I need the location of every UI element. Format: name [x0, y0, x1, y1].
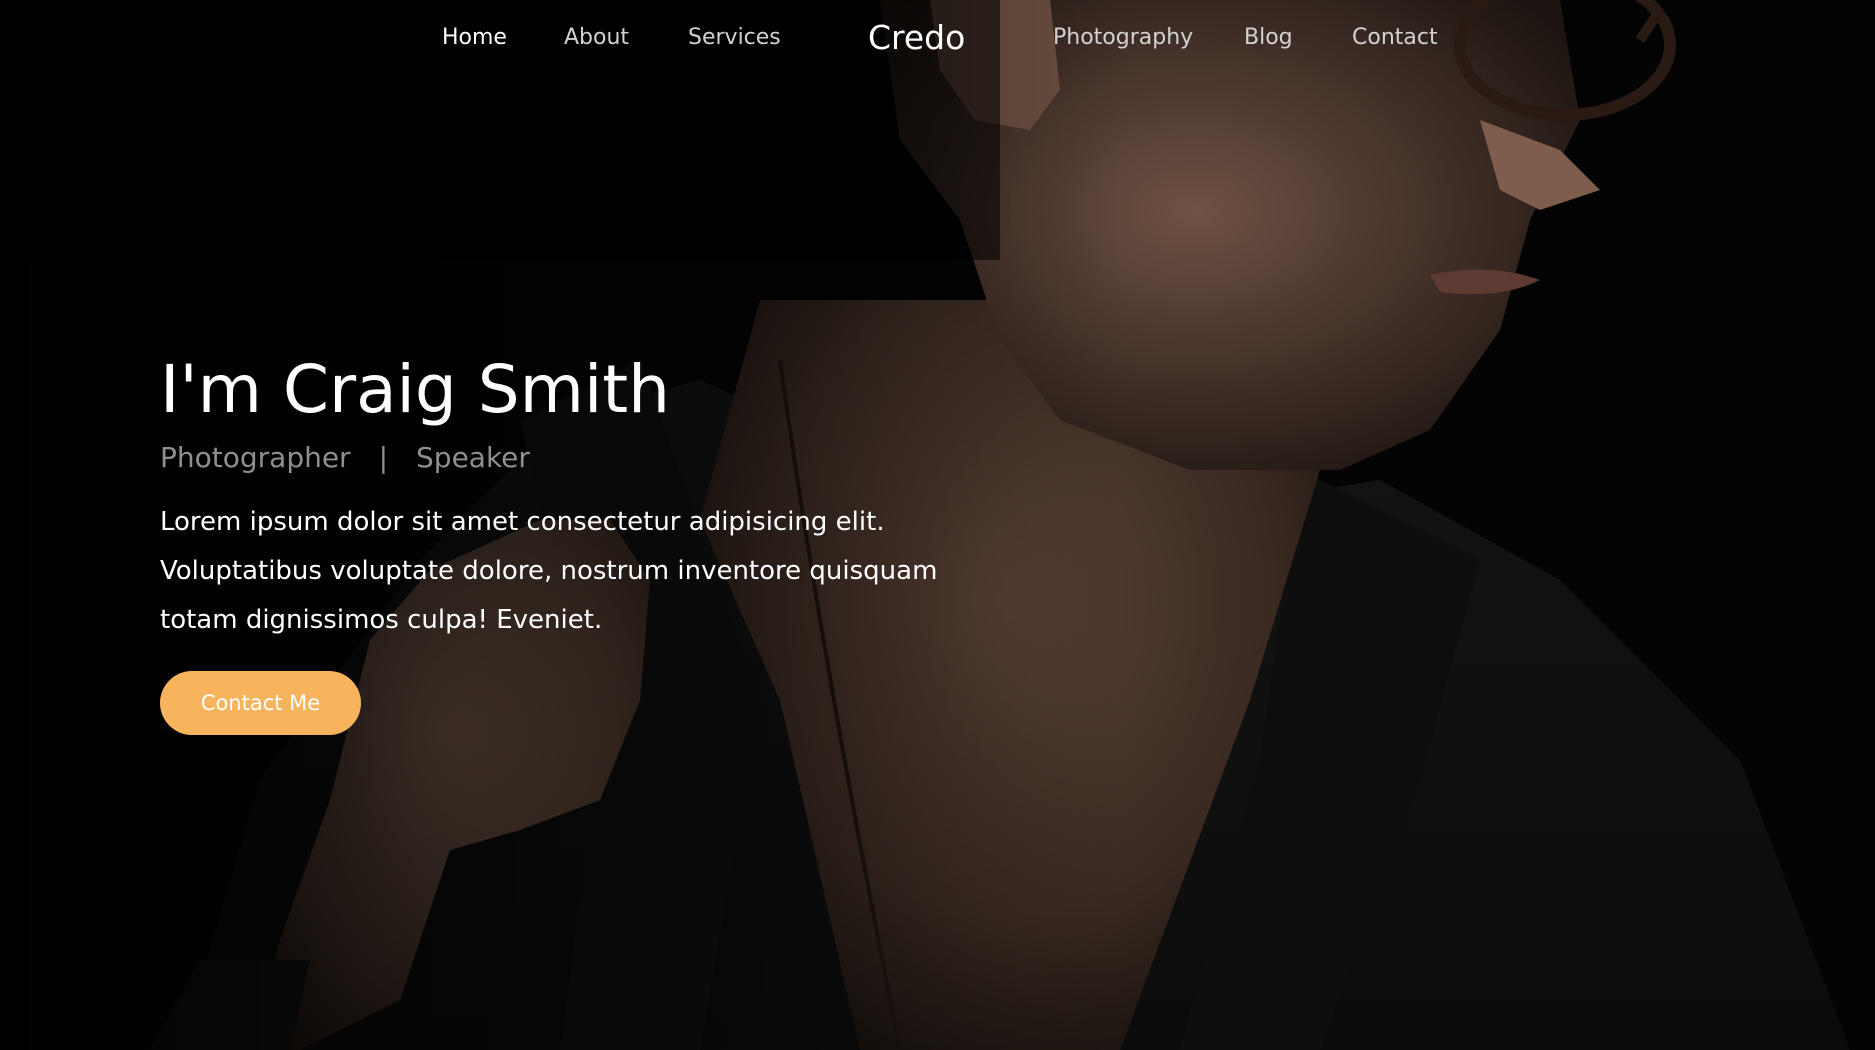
role-speaker: Speaker: [416, 441, 530, 475]
contact-me-button[interactable]: Contact Me: [160, 671, 361, 736]
hero-title: I'm Craig Smith: [160, 351, 670, 428]
nav-link-services[interactable]: Services: [688, 25, 781, 50]
brand-logo[interactable]: Credo: [868, 18, 965, 57]
hero-content: I'm Craig Smith Photographer | Speaker Lor…: [160, 350, 980, 736]
hero-description: Lorem ipsum dolor sit amet consectetur a…: [160, 507, 938, 636]
nav-link-blog[interactable]: Blog: [1244, 25, 1293, 50]
role-separator: |: [378, 441, 389, 475]
hero-section: Home About Services Credo Photography Bl…: [0, 0, 1875, 1050]
nav-link-photography[interactable]: Photography: [1053, 25, 1193, 50]
nav-link-home[interactable]: Home: [442, 25, 507, 50]
hero-roles: Photographer | Speaker: [160, 441, 980, 474]
role-photographer: Photographer: [160, 441, 351, 475]
nav-link-about[interactable]: About: [564, 25, 629, 50]
nav-link-contact[interactable]: Contact: [1352, 25, 1438, 50]
main-navigation: Home About Services Credo Photography Bl…: [0, 0, 1875, 80]
